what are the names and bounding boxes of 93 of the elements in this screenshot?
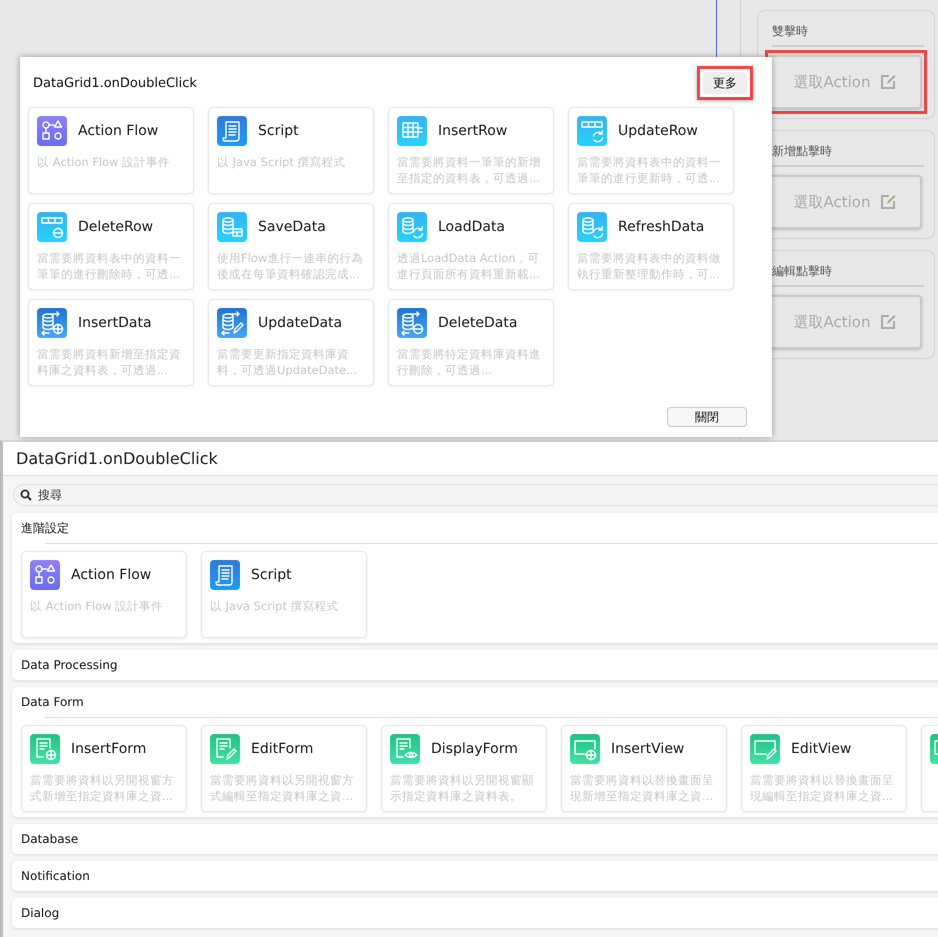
section-title: Data Processing: [21, 657, 119, 674]
section-title: 進階設定: [21, 520, 70, 537]
card-title: DeleteData: [438, 315, 518, 331]
card-description: 當需要將資料以另開視窗方式編輯至指定資料庫之資...: [210, 772, 355, 804]
action-card[interactable]: DeleteData 當需要將特定資料庫資料進行刪除，可透過...: [388, 299, 554, 386]
card-description: 當需要將資料新增至指定資料庫之資料表，可透過...: [37, 346, 182, 378]
action-card[interactable]: InsertForm 當需要將資料以另開視窗方式新增至指定資料庫之資...: [21, 725, 187, 812]
card-description: 當需要將資料以另開視窗方式新增至指定資料庫之資...: [30, 772, 175, 804]
card-description: 以 Action Flow 設計事件: [30, 598, 164, 614]
edit-icon: [880, 194, 896, 210]
category-section[interactable]: Dialog: [12, 898, 938, 928]
card-description: 以 Java Script 撰寫程式: [210, 598, 340, 614]
card-description: 當需要將資料以另開視窗顯示指定資料庫之資料表。: [390, 772, 535, 804]
action-card[interactable]: Script 以 Java Script 撰寫程式: [208, 107, 374, 194]
document-eye-icon: [390, 734, 420, 764]
card-title: InsertRow: [438, 123, 508, 139]
flowchart-icon: [37, 116, 67, 146]
card-description: 當需要將特定資料庫資料進行刪除，可透過...: [397, 346, 542, 378]
document-plus-icon: [30, 734, 60, 764]
card-description: 以 Action Flow 設計事件: [37, 154, 172, 170]
action-card[interactable]: DeleteRow 當需要將資料表中的資料一筆筆的進行刪除時，可透...: [28, 203, 194, 290]
card-title: Action Flow: [78, 123, 158, 139]
category-section[interactable]: 進階設定 Action Flow 以 Action Flow 設計事件 Script 以 Java Script 撰寫程式: [12, 513, 938, 643]
action-card[interactable]: EditForm 當需要將資料以另開視窗方式編輯至指定資料庫之資...: [201, 725, 367, 812]
card-title: DisplayForm: [431, 741, 518, 757]
edit-icon: [880, 74, 896, 90]
card-title: LoadData: [438, 219, 506, 235]
card-title: Script: [258, 123, 299, 139]
section-title: Notification: [21, 868, 91, 885]
card-description: 當需要更新指定資料庫資料，可透過UpdateDate...: [217, 346, 358, 378]
search-field[interactable]: 搜尋: [13, 484, 938, 506]
more-button[interactable]: 更多: [703, 72, 747, 94]
database-pencil-icon: [217, 308, 247, 338]
database-refresh-icon: [397, 212, 427, 242]
table-refresh-icon: [577, 116, 607, 146]
database-refresh-icon: [577, 212, 607, 242]
category-section[interactable]: Notification: [12, 861, 938, 891]
database-plus-icon: [37, 308, 67, 338]
edit-icon: [880, 314, 896, 330]
action-card[interactable]: SaveData 使用Flow進行一連串的行為後或在每筆資料確認完成...: [208, 203, 374, 290]
card-description: 當需要將資料以替換畫面呈現新增至指定資料庫之資...: [570, 772, 715, 804]
card-title: Script: [251, 567, 292, 583]
action-card[interactable]: DisplayForm 當需要將資料以另開視窗顯示指定資料庫之資料表。: [381, 725, 547, 812]
card-title: RefreshData: [618, 219, 704, 235]
database-table-icon: [217, 212, 247, 242]
card-description: 透過LoadData Action，可進行頁面所有資料重新載...: [397, 250, 541, 282]
action-card[interactable]: Action Flow 以 Action Flow 設計事件: [21, 551, 187, 638]
action-card[interactable]: Action Flow 以 Action Flow 設計事件: [28, 107, 194, 194]
table-minus-icon: [37, 212, 67, 242]
card-description: 當需要將資料以替換畫面呈現編輯至指定資料庫之資...: [750, 772, 895, 804]
card-title: DeleteRow: [78, 219, 154, 235]
card-title: Action Flow: [71, 567, 152, 583]
scroll-icon: [217, 116, 247, 146]
action-card[interactable]: UpdateData 當需要更新指定資料庫資料，可透過UpdateDate...: [208, 299, 374, 386]
scroll-icon: [210, 560, 240, 590]
card-title: UpdateData: [258, 315, 342, 331]
card-title: InsertView: [611, 741, 684, 757]
event-label: 雙擊時: [772, 23, 924, 47]
section-title: Database: [21, 831, 80, 848]
card-title: SaveData: [258, 219, 326, 235]
card-title: InsertForm: [71, 741, 146, 757]
card-description: 當需要將資料表中的資料一筆筆的進行更新時，可透...: [577, 154, 722, 186]
section-title: Dialog: [21, 905, 60, 922]
category-section[interactable]: Data Processing: [12, 650, 938, 680]
card-description: 當需要將資料表中的資料一筆筆的進行刪除時，可透...: [37, 250, 182, 282]
action-card[interactable]: InsertRow 當需要將資料一筆筆的新增至指定的資料表，可透過...: [388, 107, 554, 194]
card-description: 使用Flow進行一連串的行為後或在每筆資料確認完成...: [217, 250, 364, 282]
monitor-plus-icon: [570, 734, 600, 764]
card-title: EditView: [791, 741, 852, 757]
card-description: 以 Java Script 撰寫程式: [217, 154, 347, 170]
action-card[interactable]: InsertData 當需要將資料新增至指定資料庫之資料表，可透過...: [28, 299, 194, 386]
card-title: InsertData: [78, 315, 152, 331]
close-button[interactable]: 關閉: [667, 407, 747, 427]
card-title: UpdateRow: [618, 123, 698, 139]
action-card[interactable]: UpdateRow 當需要將資料表中的資料一筆筆的進行更新時，可透...: [568, 107, 734, 194]
action-card[interactable]: Script 以 Java Script 撰寫程式: [201, 551, 367, 638]
action-card[interactable]: RefreshData 當需要將資料表中的資料做執行重新整理動作時，可...: [568, 203, 734, 290]
action-card[interactable]: InsertView 當需要將資料以替換畫面呈現新增至指定資料庫之資...: [561, 725, 727, 812]
category-section[interactable]: Database: [12, 824, 938, 854]
category-section[interactable]: Data Form InsertForm 當需要將資料以另開視窗方式新增至指定資料庫之資... EditForm 當需要將資料以另開視窗方式編輯至指定資料庫之資... DisplayForm 當需要將資料以另開視窗顯示指定資料庫之資料表。 InsertView 當需要將資料以替換畫面呈現新增至指定資料庫之資... EditView 當需要將資料以替換畫面呈現編輯至指定資料庫之資...: [12, 687, 938, 817]
database-minus-icon: [397, 308, 427, 338]
flowchart-icon: [30, 560, 60, 590]
card-title: EditForm: [251, 741, 314, 757]
monitor-pencil-icon: [750, 734, 780, 764]
panel-title: DataGrid1.onDoubleClick: [3, 442, 938, 476]
action-card[interactable]: EditView 當需要將資料以替換畫面呈現編輯至指定資料庫之資...: [741, 725, 907, 812]
card-description: 當需要將資料一筆筆的新增至指定的資料表，可透過...: [397, 154, 542, 186]
action-card[interactable]: LoadData 透過LoadData Action，可進行頁面所有資料重新載...: [388, 203, 554, 290]
card-description: 當需要將資料表中的資料做執行重新整理動作時，可...: [577, 250, 722, 282]
table-icon: [397, 116, 427, 146]
dialog-title: DataGrid1.onDoubleClick: [33, 76, 197, 90]
document-pencil-icon: [210, 734, 240, 764]
section-title: Data Form: [21, 694, 85, 711]
